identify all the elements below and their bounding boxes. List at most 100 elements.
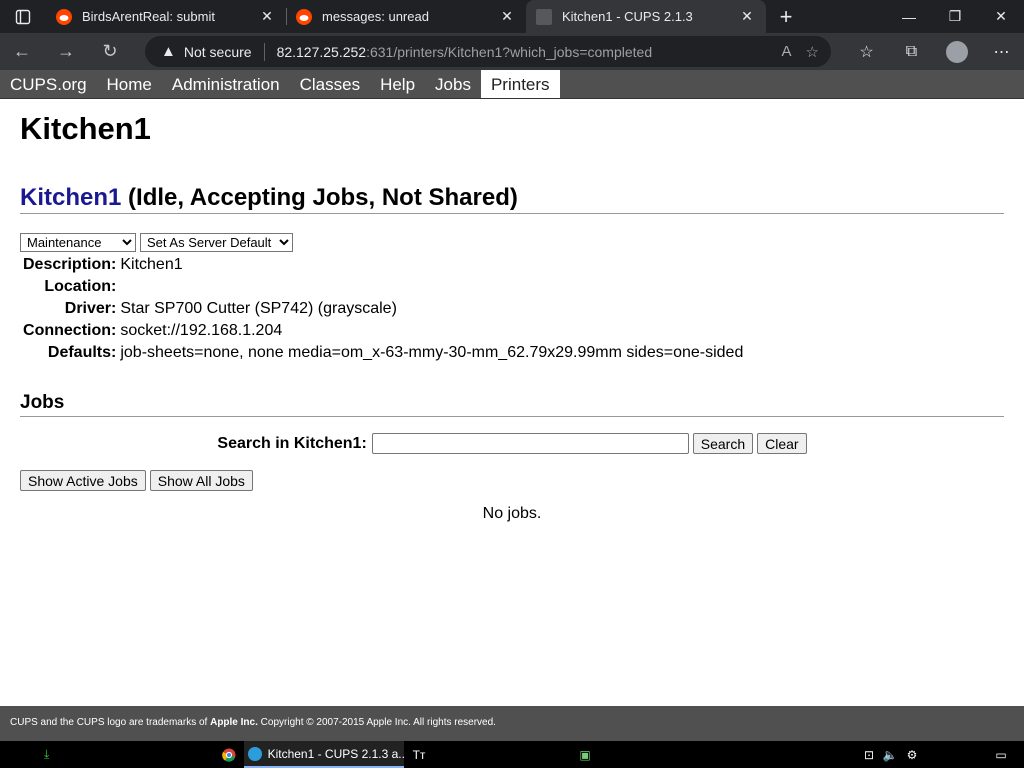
no-jobs-message: No jobs. [482,505,542,522]
refresh-button[interactable]: ↻ [88,33,132,70]
info-row-defaults: Defaults: job-sheets=none, none media=om_… [20,342,743,364]
close-icon: ✕ [995,8,1007,24]
browser-right-tools: ☆ ⧉ ⋯ [844,33,1024,70]
info-row-description: Description: Kitchen1 [20,254,743,276]
avatar [945,40,968,63]
show-desktop-button[interactable] [1018,741,1024,768]
reddit-icon [296,8,312,25]
browser-tab-birdsarentreal[interactable]: BirdsArentReal: submit ✕ [46,0,286,33]
search-button[interactable]: Search [692,433,754,454]
nav-cups-org[interactable]: CUPS.org [0,70,97,98]
font-icon: Tт [412,747,426,762]
favorites-icon: ☆ [859,43,874,61]
browser-tab-kitchen1[interactable]: Kitchen1 - CUPS 2.1.3 ✕ [526,0,766,33]
more-button[interactable]: ⋯ [979,33,1024,70]
info-row-driver: Driver: Star SP700 Cutter (SP742) (graysc… [20,298,743,320]
info-value: socket://192.168.1.204 [120,322,283,339]
info-value: Kitchen1 [120,256,183,273]
clear-button[interactable]: Clear [757,433,807,454]
info-value: Star SP700 Cutter (SP742) (grayscale) [120,300,397,317]
show-active-jobs-button[interactable]: Show Active Jobs [20,470,146,491]
collections-icon: ⧉ [905,42,918,60]
taskbar-chrome[interactable] [214,741,244,768]
close-window-button[interactable]: ✕ [978,0,1024,33]
main-content: Kitchen1 Kitchen1 (Idle, Accepting Jobs,… [20,99,1004,523]
footer-text-bold: Apple Inc. [210,717,258,728]
back-button[interactable]: ← [0,33,44,70]
forward-arrow-icon: → [57,41,75,61]
collections-button[interactable]: ⧉ [889,33,934,70]
add-favorite-icon[interactable]: ☆ [806,43,819,61]
footer-text-post: Copyright © 2007-2015 Apple Inc. All rig… [257,717,496,728]
tab-title: Kitchen1 - CUPS 2.1.3 [562,9,693,24]
close-tab-icon[interactable]: ✕ [258,8,276,25]
taskbar-remote-app[interactable]: ▣ [570,741,600,768]
tab-title: messages: unread [322,9,429,24]
jobs-heading: Jobs [20,392,1004,417]
footer-text-pre: CUPS and the CUPS logo are trademarks of [10,717,211,728]
start-button[interactable] [0,741,44,768]
browser-tab-strip: BirdsArentReal: submit ✕ messages: unrea… [0,0,1024,33]
job-search-form: Search in Kitchen1: Search Clear [20,433,1004,454]
browser-toolbar: ← → ↻ ▲ Not secure 82.127.25.252:631/pri… [0,33,1024,70]
info-label: Defaults: [47,344,117,361]
printer-actions: Maintenance Set As Server Default [20,233,1004,252]
taskbar-edge-window[interactable]: Kitchen1 - CUPS 2.1.3 a... [244,741,404,768]
notifications-icon[interactable]: ▭ [984,741,1018,768]
refresh-icon: ↻ [102,41,118,61]
more-icon: ⋯ [993,43,1010,61]
nav-home[interactable]: Home [97,70,162,98]
info-value [120,276,743,298]
nav-jobs[interactable]: Jobs [425,70,481,98]
browser-tab-messages[interactable]: messages: unread ✕ [286,0,526,33]
cups-footer: CUPS and the CUPS logo are trademarks of… [0,706,1024,741]
nav-classes[interactable]: Classes [290,70,370,98]
reddit-icon [56,8,72,25]
window-controls: — ❐ ✕ [886,0,1024,33]
restore-icon: ❐ [948,8,962,24]
close-tab-icon[interactable]: ✕ [738,8,756,25]
plus-icon: + [779,3,793,29]
search-input[interactable] [371,433,689,454]
page-title: Kitchen1 [20,111,151,146]
info-label: Connection: [23,322,117,339]
new-tab-button[interactable]: + [766,0,806,33]
administration-select[interactable]: Set As Server Default [140,233,293,252]
settings-icon[interactable]: ⚙ [900,741,924,768]
printer-status: (Idle, Accepting Jobs, Not Shared) [121,184,518,211]
printer-info-table: Description: Kitchen1 Location: Driver: St… [20,254,743,364]
info-row-location: Location: [20,276,743,298]
maintenance-select[interactable]: Maintenance [20,233,136,252]
windows-taskbar: ⤓ Kitchen1 - CUPS 2.1.3 a... Tт ▣ ⊡ 🔈 ⚙ … [0,741,1024,768]
read-aloud-icon[interactable]: A [782,43,792,61]
network-icon[interactable]: ⊡ [858,741,880,768]
tab-actions-button[interactable] [0,0,46,33]
nav-administration[interactable]: Administration [162,70,290,98]
address-bar[interactable]: ▲ Not secure 82.127.25.252:631/printers/… [145,36,831,67]
info-label: Location: [44,278,117,295]
printer-link[interactable]: Kitchen1 [20,184,121,211]
tray-spacer [924,741,984,768]
security-label: Not secure [183,43,252,60]
favorites-button[interactable]: ☆ [844,33,889,70]
cups-icon [536,8,552,25]
job-filter-buttons: Show Active Jobs Show All Jobs [20,470,1004,491]
system-tray: ⊡ 🔈 ⚙ ▭ [858,741,1024,768]
taskbar-font-app[interactable]: Tт [404,741,434,768]
divider [263,42,265,61]
show-all-jobs-button[interactable]: Show All Jobs [149,470,253,491]
address-bar-icons: A ☆ [782,43,819,61]
nav-printers[interactable]: Printers [480,70,560,98]
volume-icon[interactable]: 🔈 [880,741,900,768]
profile-button[interactable] [934,33,979,70]
url-host: 82.127.25.252 [276,43,367,60]
url-path: :631/printers/Kitchen1?which_jobs=comple… [366,43,653,60]
close-tab-icon[interactable]: ✕ [498,8,516,25]
printer-heading: Kitchen1 (Idle, Accepting Jobs, Not Shar… [20,184,1004,214]
taskbar-download-item[interactable]: ⤓ [44,741,214,768]
forward-button[interactable]: → [44,33,88,70]
nav-help[interactable]: Help [370,70,425,98]
minimize-button[interactable]: — [886,0,932,33]
restore-button[interactable]: ❐ [932,0,978,33]
info-label: Description: [23,256,117,273]
